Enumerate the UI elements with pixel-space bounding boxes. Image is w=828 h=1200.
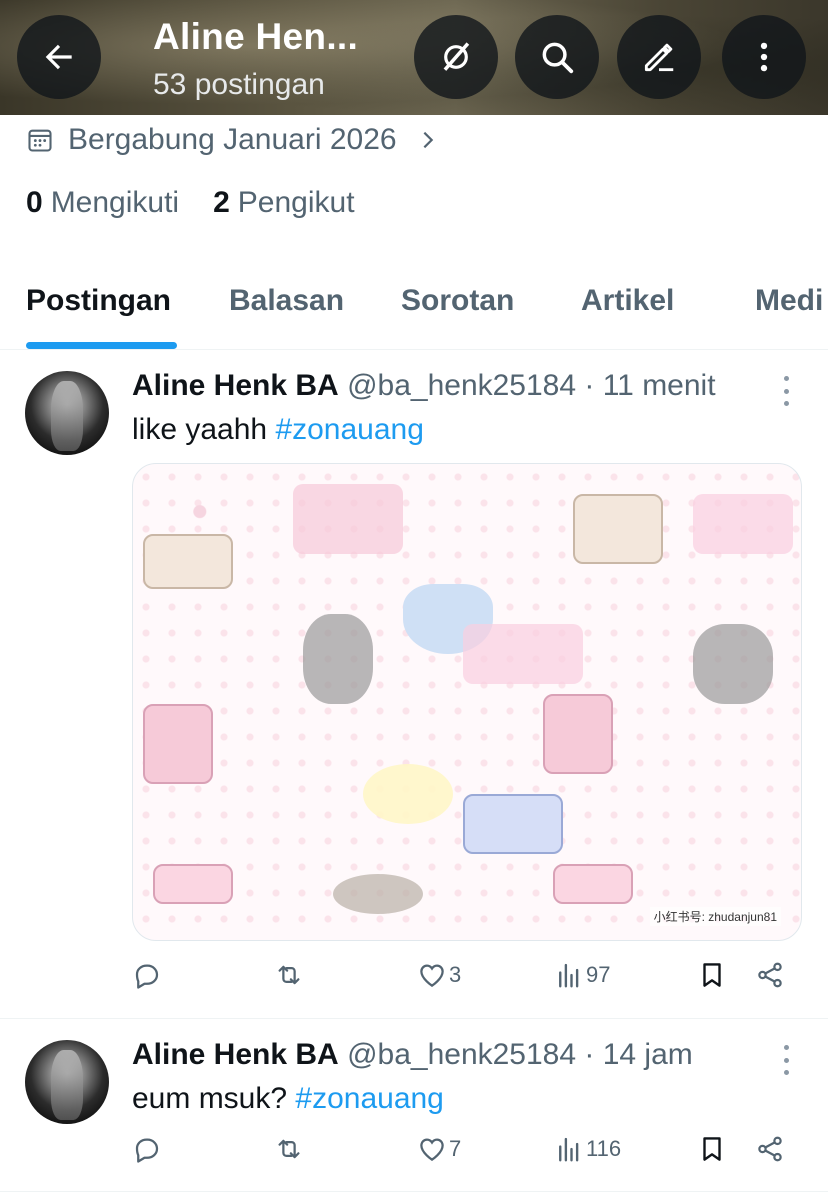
like-button[interactable]: 7: [417, 1134, 461, 1164]
tab-articles[interactable]: Artikel: [581, 284, 674, 318]
hashtag-link[interactable]: #zonauang: [275, 413, 423, 446]
post-actions: 7 116: [132, 1134, 792, 1174]
image-decoration: [293, 484, 403, 554]
like-button[interactable]: 3: [417, 960, 461, 990]
avatar[interactable]: [25, 371, 109, 455]
like-count: 7: [449, 1136, 462, 1161]
repost-icon: [278, 965, 300, 985]
image-watermark: 小红书号: zhudanjun81: [649, 907, 781, 926]
image-decoration: [543, 694, 613, 774]
like-count: 3: [449, 962, 462, 987]
share-icon: [758, 962, 782, 988]
avatar[interactable]: [25, 1040, 109, 1124]
image-decoration: [153, 864, 233, 904]
image-decoration: [463, 794, 563, 854]
share-button[interactable]: [755, 1134, 785, 1164]
tab-media[interactable]: Medi: [755, 284, 823, 318]
image-decoration: [693, 624, 773, 704]
tab-posts[interactable]: Postingan: [26, 284, 171, 318]
bookmark-icon: [703, 1137, 721, 1161]
more-options-button[interactable]: [722, 15, 806, 99]
chevron-right-icon: [423, 131, 433, 149]
reply-icon: [135, 964, 159, 989]
calendar-icon: [28, 129, 52, 152]
image-decoration: [363, 764, 453, 824]
author-name[interactable]: Aline Henk BA: [132, 369, 339, 402]
search-icon: [542, 42, 574, 74]
post-body: like yaahh: [132, 413, 276, 446]
image-decoration: [303, 614, 373, 704]
author-handle[interactable]: @ba_henk25184: [347, 1038, 576, 1071]
back-button[interactable]: [17, 15, 101, 99]
image-decoration: [693, 494, 793, 554]
more-vertical-icon: [760, 42, 768, 72]
view-count: 97: [586, 962, 611, 987]
bookmark-button[interactable]: [697, 1134, 727, 1164]
reply-button[interactable]: [132, 1134, 162, 1164]
following-link[interactable]: 0 Mengikuti: [26, 186, 179, 220]
views-icon: [559, 963, 579, 988]
image-decoration: [573, 494, 663, 564]
image-decoration: [143, 534, 233, 589]
share-icon: [758, 1136, 782, 1162]
post-body: eum msuk?: [132, 1082, 296, 1115]
post-time[interactable]: · 14 jam: [584, 1038, 692, 1071]
author-handle[interactable]: @ba_henk25184: [347, 369, 576, 402]
image-decoration: [463, 624, 583, 684]
post-count: 53 postingan: [153, 68, 325, 101]
views-icon: [559, 1137, 579, 1162]
post-time[interactable]: · 11 menit: [584, 369, 715, 402]
repost-button[interactable]: [274, 1134, 304, 1164]
profile-header: Aline Hen... 53 postingan: [0, 0, 828, 115]
post-image[interactable]: 小红书号: zhudanjun81: [132, 463, 802, 941]
bookmark-icon: [703, 963, 721, 987]
views-button[interactable]: 97: [554, 960, 610, 990]
views-button[interactable]: 116: [554, 1134, 621, 1164]
heart-icon: [420, 964, 444, 987]
post-more-icon[interactable]: [777, 1045, 795, 1075]
repost-button[interactable]: [274, 960, 304, 990]
hashtag-link[interactable]: #zonauang: [295, 1082, 443, 1115]
image-decoration: [143, 704, 213, 784]
post-text: eum msuk? #zonauang: [132, 1082, 444, 1116]
following-label: Mengikuti: [50, 186, 180, 219]
search-button[interactable]: [515, 15, 599, 99]
post-actions: 3 97: [132, 960, 792, 1000]
followers-label: Pengikut: [237, 186, 355, 219]
followers-link[interactable]: 2 Pengikut: [213, 186, 354, 220]
edit-profile-button[interactable]: [617, 15, 701, 99]
active-tab-indicator: [26, 342, 177, 349]
pencil-icon: [644, 43, 674, 72]
tab-replies[interactable]: Balasan: [229, 284, 344, 318]
view-count: 116: [586, 1136, 622, 1161]
profile-tabs: Postingan Balasan Sorotan Artikel Medi: [0, 270, 828, 350]
joined-date-text: Bergabung Januari 2026: [68, 123, 397, 156]
following-count: 0: [26, 186, 43, 219]
post-header: Aline Henk BA @ba_henk25184 · 11 menit: [132, 369, 716, 403]
profile-name-title: Aline Hen...: [153, 16, 359, 57]
repost-icon: [278, 1139, 300, 1159]
heart-icon: [420, 1138, 444, 1161]
image-decoration: [333, 874, 423, 914]
bookmark-button[interactable]: [697, 960, 727, 990]
tab-highlights[interactable]: Sorotan: [401, 284, 514, 318]
image-decoration: [553, 864, 633, 904]
post-text: like yaahh #zonauang: [132, 413, 424, 447]
follow-stats: 0 Mengikuti 2 Pengikut: [26, 186, 389, 220]
followers-count: 2: [213, 186, 230, 219]
arrow-left-icon: [45, 44, 72, 70]
joined-date-row[interactable]: Bergabung Januari 2026: [26, 120, 453, 160]
post-more-icon[interactable]: [777, 376, 795, 406]
post-header: Aline Henk BA @ba_henk25184 · 14 jam: [132, 1038, 693, 1072]
grok-icon: [443, 42, 470, 71]
grok-button[interactable]: [414, 15, 498, 99]
reply-icon: [135, 1138, 159, 1163]
reply-button[interactable]: [132, 960, 162, 990]
share-button[interactable]: [755, 960, 785, 990]
author-name[interactable]: Aline Henk BA: [132, 1038, 339, 1071]
